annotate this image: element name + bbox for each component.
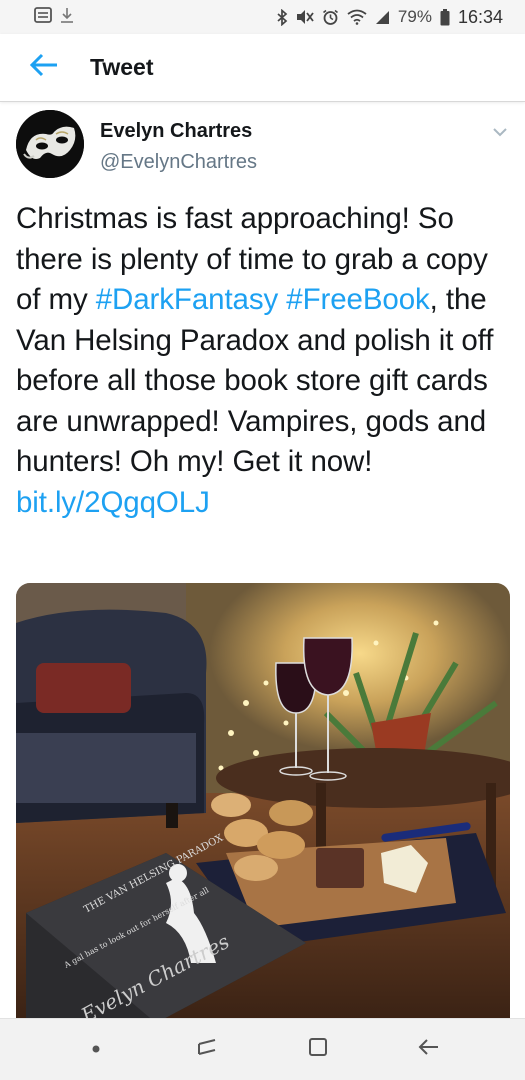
- mask-icon: [16, 110, 84, 178]
- author-handle[interactable]: @EvelynChartres: [100, 151, 257, 174]
- battery-icon: [440, 8, 450, 26]
- hashtag-link[interactable]: #DarkFantasy: [96, 283, 279, 316]
- status-bar: 79% 16:34: [0, 0, 525, 34]
- clock: 16:34: [457, 6, 503, 27]
- back-icon: [417, 1035, 441, 1064]
- arrow-left-icon: [29, 52, 59, 83]
- back-button[interactable]: [14, 38, 74, 98]
- app-header: Tweet: [0, 34, 525, 102]
- recents-icon: [195, 1035, 219, 1064]
- nav-back-button[interactable]: [404, 1025, 454, 1075]
- download-icon: [60, 7, 74, 28]
- mute-icon: [296, 9, 314, 25]
- nav-dot-button[interactable]: [71, 1025, 121, 1075]
- author-name[interactable]: Evelyn Chartres: [100, 120, 252, 143]
- avatar[interactable]: [16, 110, 84, 178]
- notification-icon: [34, 6, 52, 28]
- armchair: [16, 609, 207, 828]
- battery-percent: 79%: [397, 7, 432, 26]
- dot-icon: [91, 1041, 101, 1059]
- status-left: [34, 6, 74, 28]
- wifi-icon: [347, 9, 367, 25]
- hashtag-link[interactable]: #FreeBook: [286, 283, 430, 316]
- url-link[interactable]: bit.ly/2QgqOLJ: [16, 486, 210, 519]
- tweet-text: Christmas is fast approaching! So there …: [16, 199, 516, 523]
- nav-home-button[interactable]: [293, 1025, 343, 1075]
- signal-icon: [375, 10, 390, 25]
- home-icon: [306, 1035, 330, 1064]
- alarm-icon: [322, 9, 339, 26]
- page-title: Tweet: [90, 54, 154, 80]
- system-nav-bar: [0, 1018, 525, 1080]
- tweet-photo[interactable]: THE VAN HELSING PARADOX A gal has to loo…: [16, 583, 510, 1023]
- bluetooth-icon: [277, 8, 288, 26]
- nav-recents-button[interactable]: [182, 1025, 232, 1075]
- chevron-down-icon[interactable]: [489, 121, 511, 143]
- status-right: 79% 16:34: [277, 7, 503, 28]
- tweet-author-row: Evelyn Chartres @EvelynChartres: [0, 103, 525, 187]
- tweet: Evelyn Chartres @EvelynChartres Christma…: [0, 103, 525, 1023]
